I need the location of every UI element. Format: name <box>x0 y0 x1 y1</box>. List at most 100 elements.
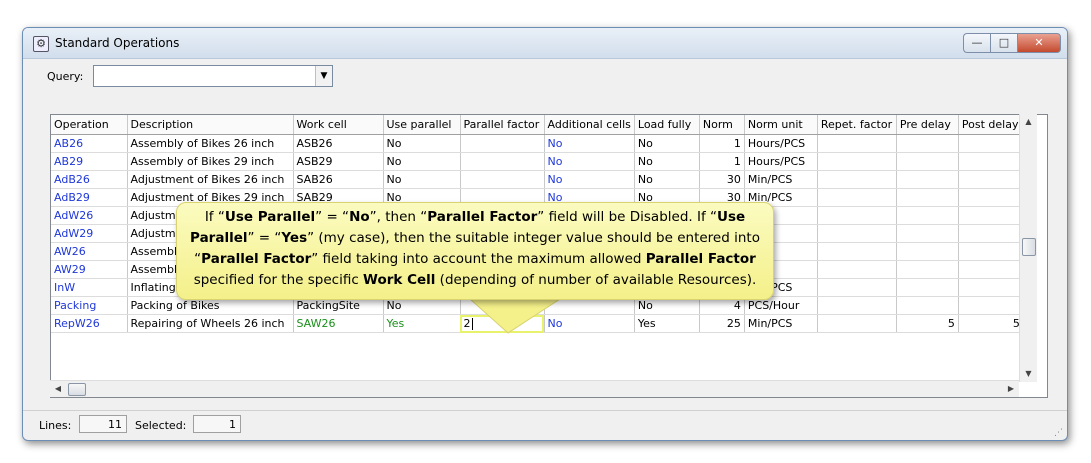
cell-load-fully[interactable]: Yes <box>634 314 700 333</box>
cell-load-fully[interactable]: No <box>634 134 700 153</box>
column-header-pre-delay[interactable]: Pre delay <box>896 115 959 135</box>
column-header-repet-factor[interactable]: Repet. factor <box>817 115 897 135</box>
cell-parallel-factor[interactable] <box>460 152 545 171</box>
column-header-use-parallel[interactable]: Use parallel <box>383 115 461 135</box>
horizontal-scrollbar[interactable]: ◀ ▶ <box>50 380 1019 397</box>
cell-post-delay[interactable] <box>958 170 1024 189</box>
cell-operation[interactable]: AdB29 <box>51 188 128 207</box>
scroll-down-icon[interactable]: ▼ <box>1020 366 1037 382</box>
vertical-scrollbar[interactable]: ▲ ▼ <box>1019 114 1037 382</box>
cell-use-parallel[interactable]: No <box>383 134 461 153</box>
cell-operation[interactable]: RepW26 <box>51 314 128 333</box>
cell-repet-factor[interactable] <box>817 296 897 315</box>
cell-load-fully[interactable]: No <box>634 152 700 171</box>
cell-repet-factor[interactable] <box>817 314 897 333</box>
close-button[interactable]: ✕ <box>1017 33 1061 53</box>
chevron-down-icon[interactable]: ▼ <box>315 66 332 86</box>
cell-pre-delay[interactable] <box>896 134 959 153</box>
cell-parallel-factor[interactable] <box>460 134 545 153</box>
cell-post-delay[interactable] <box>958 188 1024 207</box>
cell-work-cell[interactable]: SAB26 <box>293 170 384 189</box>
cell-post-delay[interactable] <box>958 296 1024 315</box>
cell-repet-factor[interactable] <box>817 260 897 279</box>
cell-repet-factor[interactable] <box>817 134 897 153</box>
cell-post-delay[interactable] <box>958 224 1024 243</box>
cell-norm[interactable]: 30 <box>699 170 745 189</box>
cell-work-cell[interactable]: SAW26 <box>293 314 384 333</box>
column-header-post-delay[interactable]: Post delay <box>958 115 1024 135</box>
cell-pre-delay[interactable] <box>896 224 959 243</box>
cell-pre-delay[interactable] <box>896 188 959 207</box>
scroll-right-icon[interactable]: ▶ <box>1003 381 1019 397</box>
cell-repet-factor[interactable] <box>817 278 897 297</box>
cell-additional-cells[interactable]: No <box>544 152 635 171</box>
title-bar[interactable]: ⚙ Standard Operations — □ ✕ <box>23 28 1067 59</box>
cell-pre-delay[interactable] <box>896 278 959 297</box>
column-header-norm-unit[interactable]: Norm unit <box>744 115 818 135</box>
cell-use-parallel[interactable]: No <box>383 152 461 171</box>
cell-operation[interactable]: AdB26 <box>51 170 128 189</box>
column-header-work-cell[interactable]: Work cell <box>293 115 384 135</box>
cell-work-cell[interactable]: ASB26 <box>293 134 384 153</box>
cell-work-cell[interactable]: ASB29 <box>293 152 384 171</box>
cell-pre-delay[interactable] <box>896 242 959 261</box>
cell-repet-factor[interactable] <box>817 188 897 207</box>
cell-description[interactable]: Repairing of Wheels 26 inch <box>127 314 294 333</box>
cell-norm-unit[interactable]: Min/PCS <box>744 314 818 333</box>
cell-operation[interactable]: AW29 <box>51 260 128 279</box>
maximize-button[interactable]: □ <box>990 33 1017 53</box>
cell-operation[interactable]: Packing <box>51 296 128 315</box>
cell-operation[interactable]: AB29 <box>51 152 128 171</box>
cell-use-parallel[interactable]: Yes <box>383 314 461 333</box>
cell-pre-delay[interactable] <box>896 260 959 279</box>
cell-repet-factor[interactable] <box>817 224 897 243</box>
cell-norm-unit[interactable]: Min/PCS <box>744 170 818 189</box>
cell-repet-factor[interactable] <box>817 206 897 225</box>
cell-pre-delay[interactable]: 5 <box>896 314 959 333</box>
cell-pre-delay[interactable] <box>896 170 959 189</box>
cell-parallel-factor[interactable]: 2 <box>460 314 545 333</box>
cell-post-delay[interactable] <box>958 278 1024 297</box>
cell-parallel-factor[interactable] <box>460 170 545 189</box>
cell-post-delay[interactable] <box>958 206 1024 225</box>
minimize-button[interactable]: — <box>963 33 990 53</box>
cell-post-delay[interactable] <box>958 260 1024 279</box>
cell-operation[interactable]: AW26 <box>51 242 128 261</box>
cell-post-delay[interactable] <box>958 152 1024 171</box>
column-header-operation[interactable]: Operation <box>51 115 128 135</box>
cell-pre-delay[interactable] <box>896 296 959 315</box>
cell-post-delay[interactable] <box>958 134 1024 153</box>
cell-operation[interactable]: InW <box>51 278 128 297</box>
column-header-additional-cells[interactable]: Additional cells <box>544 115 635 135</box>
cell-operation[interactable]: AdW26 <box>51 206 128 225</box>
table-row[interactable]: AdB26 Adjustment of Bikes 26 inch SAB26 No N… <box>51 170 1024 189</box>
horizontal-scroll-thumb[interactable] <box>68 383 86 396</box>
cell-repet-factor[interactable] <box>817 152 897 171</box>
column-header-norm[interactable]: Norm <box>699 115 745 135</box>
cell-use-parallel[interactable]: No <box>383 170 461 189</box>
column-header-parallel-factor[interactable]: Parallel factor <box>460 115 545 135</box>
table-row[interactable]: AB26 Assembly of Bikes 26 inch ASB26 No No No… <box>51 134 1024 153</box>
cell-description[interactable]: Adjustment of Bikes 26 inch <box>127 170 294 189</box>
cell-pre-delay[interactable] <box>896 206 959 225</box>
cell-operation[interactable]: AB26 <box>51 134 128 153</box>
cell-additional-cells[interactable]: No <box>544 314 635 333</box>
cell-norm[interactable]: 1 <box>699 152 745 171</box>
cell-norm[interactable]: 1 <box>699 134 745 153</box>
cell-post-delay[interactable] <box>958 242 1024 261</box>
cell-load-fully[interactable]: No <box>634 170 700 189</box>
cell-additional-cells[interactable]: No <box>544 134 635 153</box>
resize-grip-icon[interactable]: ⋰ <box>1054 428 1064 438</box>
cell-post-delay[interactable]: 5 <box>958 314 1024 333</box>
scroll-left-icon[interactable]: ◀ <box>50 381 66 397</box>
cell-norm-unit[interactable]: Hours/PCS <box>744 152 818 171</box>
query-combobox[interactable]: ▼ <box>93 65 333 87</box>
scroll-up-icon[interactable]: ▲ <box>1020 114 1037 130</box>
table-row[interactable]: AB29 Assembly of Bikes 29 inch ASB29 No No No… <box>51 152 1024 171</box>
cell-operation[interactable]: AdW29 <box>51 224 128 243</box>
cell-norm[interactable]: 25 <box>699 314 745 333</box>
column-header-load-fully[interactable]: Load fully <box>634 115 700 135</box>
parallel-factor-input[interactable]: 2 <box>464 317 471 330</box>
cell-description[interactable]: Assembly of Bikes 26 inch <box>127 134 294 153</box>
cell-additional-cells[interactable]: No <box>544 170 635 189</box>
